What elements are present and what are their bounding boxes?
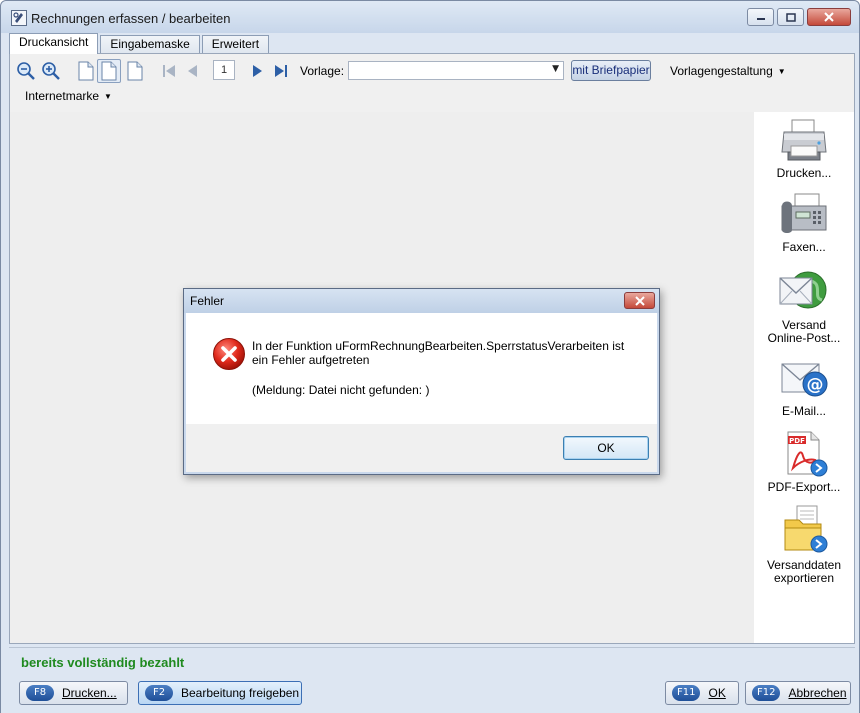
sidebar-label: Versand bbox=[781, 318, 827, 332]
maximize-icon bbox=[785, 12, 796, 22]
maximize-button[interactable] bbox=[777, 8, 804, 26]
error-detail: (Meldung: Datei nicht gefunden: ) bbox=[252, 383, 430, 397]
page-number-field[interactable]: 1 bbox=[213, 60, 235, 80]
sidebar-item-drucken[interactable]: Drucken... bbox=[754, 116, 854, 180]
error-dialog: Fehler In der Funktion uFormRechnungBear… bbox=[183, 288, 660, 475]
ok-button[interactable]: F11 OK bbox=[665, 681, 739, 705]
close-icon bbox=[634, 295, 645, 306]
minimize-button[interactable] bbox=[747, 8, 774, 26]
vorlagengestaltung-menu[interactable]: Vorlagengestaltung ▼ bbox=[670, 64, 786, 78]
error-message: In der Funktion uFormRechnungBearbeiten.… bbox=[252, 339, 642, 367]
last-page-icon[interactable] bbox=[270, 60, 292, 82]
dialog-ok-button[interactable]: OK bbox=[563, 436, 649, 460]
function-key-badge: F11 bbox=[672, 685, 701, 701]
close-button[interactable] bbox=[807, 8, 851, 26]
internetmarke-menu[interactable]: Internetmarke ▼ bbox=[25, 89, 112, 103]
main-window: Rechnungen erfassen / bearbeiten Druckan… bbox=[0, 0, 860, 713]
single-page-icon[interactable] bbox=[75, 60, 97, 82]
sidebar-label: Faxen... bbox=[782, 240, 826, 254]
function-key-badge: F2 bbox=[145, 685, 173, 701]
ok-button-label: OK bbox=[708, 686, 726, 700]
sidebar-label: Versanddaten bbox=[766, 558, 842, 572]
vorlage-label: Vorlage: bbox=[300, 64, 345, 78]
sidebar-item-email[interactable]: @ E-Mail... bbox=[754, 354, 854, 418]
bottom-button-bar: F8 Drucken... F2 Bearbeitung freigeben F… bbox=[1, 675, 859, 713]
tab-erweitert[interactable]: Erweitert bbox=[201, 35, 270, 54]
function-key-badge: F8 bbox=[26, 685, 54, 701]
caret-down-icon: ▼ bbox=[104, 92, 112, 101]
tab-druckansicht[interactable]: Druckansicht bbox=[9, 33, 99, 54]
fax-icon bbox=[781, 193, 827, 233]
dropdown-arrow-icon: ▼ bbox=[552, 64, 559, 74]
online-post-icon bbox=[779, 271, 827, 309]
sidebar-label: exportieren bbox=[773, 571, 835, 585]
page-width-icon[interactable] bbox=[97, 59, 121, 83]
pdf-export-icon: PDF bbox=[787, 431, 828, 477]
svg-text:PDF: PDF bbox=[789, 437, 805, 445]
print-button[interactable]: F8 Drucken... bbox=[19, 681, 128, 705]
close-icon bbox=[824, 12, 834, 22]
previous-page-icon[interactable] bbox=[182, 60, 204, 82]
internetmarke-label: Internetmarke bbox=[25, 89, 100, 103]
sidebar-item-versanddaten-exportieren[interactable]: Versanddaten exportieren bbox=[754, 504, 854, 585]
preview-toolbar: 1 Vorlage: ▼ mit Briefpapier Vorlagenges… bbox=[10, 54, 854, 114]
dialog-body: In der Funktion uFormRechnungBearbeiten.… bbox=[186, 313, 657, 424]
sidebar-label: Drucken... bbox=[776, 166, 832, 180]
dialog-close-button[interactable] bbox=[624, 292, 655, 309]
zoom-out-icon[interactable] bbox=[15, 60, 37, 82]
release-edit-button[interactable]: F2 Bearbeitung freigeben bbox=[138, 681, 302, 705]
error-message-line2: ein Fehler aufgetreten bbox=[252, 353, 370, 367]
full-page-icon[interactable] bbox=[124, 60, 146, 82]
sidebar-item-faxen[interactable]: Faxen... bbox=[754, 192, 854, 254]
function-key-badge: F12 bbox=[752, 685, 781, 701]
tab-eingabemaske[interactable]: Eingabemaske bbox=[100, 35, 200, 54]
error-icon bbox=[212, 337, 246, 374]
caret-down-icon: ▼ bbox=[777, 67, 786, 76]
payment-status-text: bereits vollständig bezahlt bbox=[21, 655, 185, 670]
output-actions-sidebar: Drucken... Faxen... Versand Online-Post.… bbox=[754, 112, 854, 643]
app-icon bbox=[11, 10, 27, 26]
sidebar-item-pdf-export[interactable]: PDF PDF-Export... bbox=[754, 430, 854, 494]
sidebar-label: Online-Post... bbox=[767, 331, 841, 345]
dialog-title-bar[interactable]: Fehler bbox=[184, 289, 659, 313]
cancel-button[interactable]: F12 Abbrechen bbox=[745, 681, 851, 705]
briefpapier-button[interactable]: mit Briefpapier bbox=[571, 60, 651, 81]
print-button-label: Drucken... bbox=[62, 686, 117, 700]
printer-icon bbox=[781, 119, 827, 161]
next-page-icon[interactable] bbox=[246, 60, 268, 82]
svg-text:@: @ bbox=[807, 375, 824, 395]
title-bar: Rechnungen erfassen / bearbeiten bbox=[1, 1, 859, 33]
minimize-icon bbox=[756, 18, 765, 20]
error-message-line1: In der Funktion uFormRechnungBearbeiten.… bbox=[252, 339, 625, 353]
folder-export-icon bbox=[784, 505, 828, 553]
tab-strip: Druckansicht Eingabemaske Erweitert bbox=[9, 33, 271, 54]
status-bar: bereits vollständig bezahlt bbox=[9, 647, 855, 675]
vorlage-combobox[interactable]: ▼ bbox=[348, 61, 564, 80]
sidebar-label: PDF-Export... bbox=[767, 480, 841, 494]
window-title: Rechnungen erfassen / bearbeiten bbox=[31, 11, 231, 26]
dialog-title: Fehler bbox=[190, 294, 225, 308]
vorlagengestaltung-label: Vorlagengestaltung bbox=[670, 64, 773, 78]
sidebar-item-versand-online-post[interactable]: Versand Online-Post... bbox=[754, 266, 854, 345]
first-page-icon[interactable] bbox=[158, 60, 180, 82]
dialog-footer: OK bbox=[186, 424, 657, 472]
release-edit-button-label: Bearbeitung freigeben bbox=[181, 686, 300, 700]
zoom-in-icon[interactable] bbox=[40, 60, 62, 82]
email-icon: @ bbox=[781, 363, 828, 397]
sidebar-label: E-Mail... bbox=[781, 404, 826, 418]
cancel-button-label: Abbrechen bbox=[788, 686, 847, 700]
